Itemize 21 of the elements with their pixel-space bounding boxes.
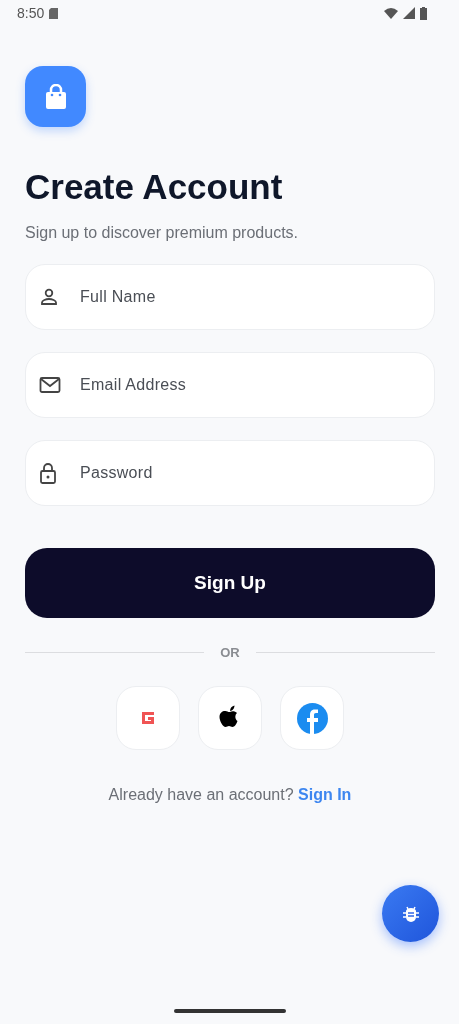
input-field[interactable]: Full Name [25, 264, 435, 330]
input-field[interactable]: Email Address [25, 352, 435, 418]
sign-in-prompt: Already have an account? Sign In [107, 786, 353, 804]
sign-up-button[interactable]: Sign Up [25, 548, 435, 618]
facebook-sign-in-button[interactable] [280, 686, 344, 750]
page-subtitle: Sign up to discover premium products. [25, 224, 299, 242]
battery-icon [420, 6, 427, 20]
input-field[interactable]: Password [25, 440, 435, 506]
debug-fab[interactable] [382, 885, 439, 942]
status-time: 8:50 [17, 5, 45, 21]
facebook-logo-icon [296, 702, 328, 734]
divider-label: OR [220, 645, 240, 660]
wifi-icon [384, 7, 398, 19]
sd-card-icon [49, 7, 59, 19]
bug-icon [402, 905, 419, 922]
signal-icon [403, 7, 415, 19]
page-title: Create Account [25, 167, 284, 207]
apple-sign-in-button[interactable] [198, 686, 262, 750]
g-logo-icon [140, 710, 156, 726]
google-sign-in-button[interactable] [116, 686, 180, 750]
shopping-bag-icon [44, 83, 67, 110]
